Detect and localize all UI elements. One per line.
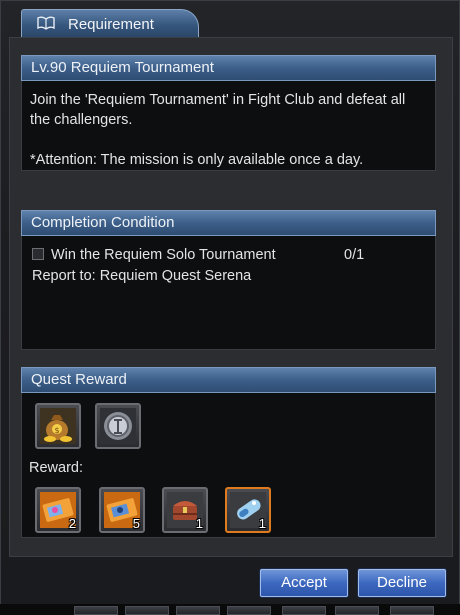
quest-attention-text: *Attention: The mission is only availabl… bbox=[30, 152, 364, 168]
bottom-bar-slot[interactable] bbox=[335, 606, 379, 615]
condition-label: Win the Requiem Solo Tournament bbox=[51, 247, 276, 263]
item-count: 1 bbox=[258, 516, 266, 531]
quest-reward-body: $ Reward: 2 5 1 1 bbox=[21, 393, 436, 538]
decline-button[interactable]: Decline bbox=[358, 569, 446, 597]
completion-condition-header: Completion Condition bbox=[21, 210, 436, 236]
experience-coin-icon bbox=[100, 408, 136, 444]
item-count: 1 bbox=[195, 516, 203, 531]
quest-description-text: Join the 'Requiem Tournament' in Fight C… bbox=[30, 92, 410, 128]
completion-condition-body: Win the Requiem Solo Tournament 0/1 Repo… bbox=[21, 236, 436, 350]
quest-description-body: Join the 'Requiem Tournament' in Fight C… bbox=[21, 81, 436, 171]
window-title: Requirement bbox=[68, 16, 154, 33]
completion-condition-panel: Completion Condition Win the Requiem Sol… bbox=[21, 210, 436, 350]
accept-button[interactable]: Accept bbox=[260, 569, 348, 597]
bottom-bar-slot[interactable] bbox=[227, 606, 271, 615]
quest-title-header: Lv.90 Requiem Tournament bbox=[21, 55, 436, 81]
report-to-text: Report to: Requiem Quest Serena bbox=[32, 268, 252, 284]
base-reward-slot[interactable] bbox=[95, 403, 141, 449]
money-bag-icon: $ bbox=[40, 408, 76, 444]
quest-description-panel: Lv.90 Requiem Tournament Join the 'Requi… bbox=[21, 55, 436, 171]
bottom-bar-slot[interactable] bbox=[125, 606, 169, 615]
quest-content: Lv.90 Requiem Tournament Join the 'Requi… bbox=[9, 37, 453, 557]
reward-label: Reward: bbox=[29, 460, 83, 476]
bottom-bar-slot[interactable] bbox=[282, 606, 326, 615]
quest-reward-panel: Quest Reward $ Reward: 2 5 1 1 bbox=[21, 367, 436, 538]
bottom-bar-slot[interactable] bbox=[74, 606, 118, 615]
condition-checkbox bbox=[32, 248, 44, 260]
quest-reward-header: Quest Reward bbox=[21, 367, 436, 393]
svg-text:$: $ bbox=[54, 426, 59, 435]
item-count: 5 bbox=[132, 516, 140, 531]
reward-item-slot[interactable]: 2 bbox=[35, 487, 81, 533]
bottom-bar-slot[interactable] bbox=[390, 606, 434, 615]
book-icon bbox=[37, 16, 55, 30]
reward-item-slot[interactable]: 5 bbox=[99, 487, 145, 533]
condition-progress: 0/1 bbox=[344, 247, 365, 263]
condition-row: Win the Requiem Solo Tournament 0/1 bbox=[32, 247, 412, 265]
base-reward-slot[interactable]: $ bbox=[35, 403, 81, 449]
item-count: 2 bbox=[68, 516, 76, 531]
reward-item-slot[interactable]: 1 bbox=[162, 487, 208, 533]
bottom-bar-slot[interactable] bbox=[176, 606, 220, 615]
reward-item-slot[interactable]: 1 bbox=[225, 487, 271, 533]
requirement-window: Requirement Lv.90 Requiem Tournament Joi… bbox=[0, 0, 460, 615]
title-tab: Requirement bbox=[21, 9, 199, 37]
